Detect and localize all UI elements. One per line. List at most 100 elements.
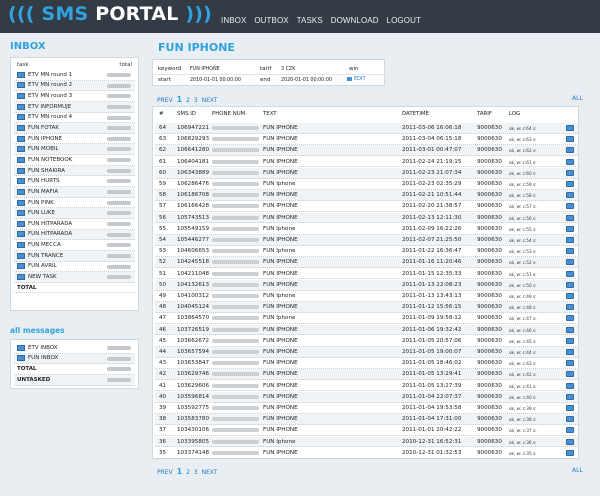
table-row: 39 103592775 FUN IPHONE 2011-01-04 19:53:58… xyxy=(155,403,578,414)
table-row: 40 103596814 FUN IPHONE 2011-01-04 22:07:37… xyxy=(155,391,578,403)
list-item[interactable]: ETV MN round 3 xyxy=(14,91,135,102)
table-row: 62 106641280 FUN IPHONE 2011-03-01 00:47:07… xyxy=(155,145,578,157)
reply-icon[interactable] xyxy=(566,293,574,299)
list-item[interactable]: FUN INBOX xyxy=(14,353,135,365)
sms-id: 103374148 xyxy=(177,449,210,456)
header-bar: ((( SMS PORTAL ))) INBOX OUTBOX TASKS DO… xyxy=(0,0,600,33)
reply-icon[interactable] xyxy=(566,214,574,221)
sms-id: 106166428 xyxy=(177,203,210,210)
pager-page-3[interactable]: 3 xyxy=(194,469,198,476)
reply-icon[interactable] xyxy=(566,225,574,232)
reply-icon[interactable] xyxy=(566,416,574,423)
nav-download[interactable]: DOWNLOAD xyxy=(331,16,379,25)
list-item[interactable]: FUN FOTAK xyxy=(14,123,135,134)
sms-text: FUN IPHONE xyxy=(263,405,298,411)
start-label: start xyxy=(158,77,171,83)
list-item[interactable]: FUN NOTEBOOK xyxy=(14,155,135,166)
reply-icon[interactable] xyxy=(566,192,574,199)
list-item[interactable]: FUN HURTS xyxy=(14,176,135,188)
table-row: 55 105549159 FUN Iphone 2011-02-09 16:22:26… xyxy=(155,224,578,235)
list-item[interactable]: FUN AVRIL xyxy=(14,262,135,273)
list-item[interactable]: FUN LUKE xyxy=(14,208,135,219)
reply-icon[interactable] xyxy=(566,270,574,277)
list-item[interactable]: FUN HITPARADA xyxy=(14,219,135,230)
reply-icon[interactable] xyxy=(566,349,574,355)
sms-id: 104045124 xyxy=(177,304,210,311)
pager-page-1[interactable]: 1 xyxy=(177,467,183,476)
redacted-phone xyxy=(212,271,259,276)
reply-icon[interactable] xyxy=(566,326,574,333)
list-item[interactable]: FUN SHAKIRA xyxy=(14,165,135,177)
list-item[interactable]: FUN HITPARADA xyxy=(14,229,135,241)
list-item[interactable]: ETV INFORMUJE xyxy=(14,101,135,113)
edit-icon xyxy=(347,76,352,81)
show-all-link-top[interactable]: ALL xyxy=(572,95,583,102)
tarif: 9000630 xyxy=(477,147,502,154)
list-item[interactable]: FUN MECCA xyxy=(14,240,135,251)
pager-next[interactable]: NEXT xyxy=(202,97,218,104)
list-item[interactable]: NEW TASK xyxy=(14,272,135,283)
reply-icon[interactable] xyxy=(566,169,574,176)
reply-icon[interactable] xyxy=(566,360,574,367)
list-item[interactable]: ETV MN round 1 xyxy=(14,70,135,81)
table-row: 57 106166428 FUN IPHONE 2011-02-20 21:38:57… xyxy=(155,201,578,213)
reply-icon[interactable] xyxy=(566,405,574,411)
reply-icon[interactable] xyxy=(566,438,574,445)
reply-icon[interactable] xyxy=(566,125,574,131)
reply-icon[interactable] xyxy=(566,371,574,378)
reply-icon[interactable] xyxy=(566,304,574,311)
nav-inbox[interactable]: INBOX xyxy=(221,16,246,25)
sms-text: FUN Iphone xyxy=(263,248,296,255)
pager-page-3[interactable]: 3 xyxy=(194,97,198,104)
reply-icon[interactable] xyxy=(566,158,574,165)
reply-icon[interactable] xyxy=(566,393,574,400)
list-item[interactable]: ETV MN round 4 xyxy=(14,113,135,124)
log: ok, w: c:41 s: xyxy=(509,383,537,389)
reply-icon[interactable] xyxy=(566,181,574,187)
show-all-link-bottom[interactable]: ALL xyxy=(572,467,583,474)
table-row: 48 104045124 FUN IPHONE 2011-01-12 15:56:15… xyxy=(155,302,578,314)
sms-text: FUN Iphone xyxy=(263,225,296,232)
list-item[interactable]: FUN TRANCE xyxy=(14,250,135,262)
pager-page-1[interactable]: 1 xyxy=(177,95,183,104)
list-item[interactable]: FUN MAFIA xyxy=(14,187,135,198)
reply-icon[interactable] xyxy=(566,449,574,456)
row-number: 57 xyxy=(159,203,167,210)
reply-icon[interactable] xyxy=(566,382,574,389)
edit-button[interactable]: EDIT xyxy=(347,76,366,82)
reply-icon[interactable] xyxy=(566,315,574,322)
reply-icon[interactable] xyxy=(566,147,574,154)
row-number: 63 xyxy=(159,136,167,143)
pager-page-2[interactable]: 2 xyxy=(186,97,190,104)
reply-icon[interactable] xyxy=(566,203,574,210)
task-name: FUN IPHONE xyxy=(28,135,63,142)
task-name: FUN HITPARADA xyxy=(28,220,73,227)
list-item[interactable]: ETV MN round 2 xyxy=(14,80,135,92)
log: ok, w: c:38 s: xyxy=(509,417,537,423)
reply-icon[interactable] xyxy=(566,248,574,255)
reply-icon[interactable] xyxy=(566,281,574,288)
list-item[interactable]: ETV INBOX xyxy=(14,343,135,354)
pager-prev[interactable]: PREV xyxy=(157,469,173,476)
pager-prev[interactable]: PREV xyxy=(157,97,173,104)
nav-outbox[interactable]: OUTBOX xyxy=(254,16,288,25)
top-nav: INBOX OUTBOX TASKS DOWNLOAD LOGOUT xyxy=(221,16,427,25)
list-item[interactable]: FUN PINK xyxy=(14,198,135,209)
pager-page-2[interactable]: 2 xyxy=(186,469,190,476)
table-row: 64 106947221 FUN IPHONE 2011-03-06 16:06:18… xyxy=(155,123,578,134)
row-number: 52 xyxy=(159,259,167,266)
reply-icon[interactable] xyxy=(566,427,574,434)
reply-icon[interactable] xyxy=(566,337,574,344)
list-item[interactable]: FUN IPHONE xyxy=(14,134,135,145)
reply-icon[interactable] xyxy=(566,259,574,266)
reply-icon[interactable] xyxy=(566,237,574,243)
list-item[interactable]: FUN MOBIL xyxy=(14,144,135,156)
log: ok, w: c:47 s: xyxy=(509,316,537,322)
redacted-phone xyxy=(212,338,259,343)
reply-icon[interactable] xyxy=(566,136,574,143)
pager-next[interactable]: NEXT xyxy=(202,469,218,476)
task-name: ETV INFORMUJE xyxy=(28,103,72,110)
nav-tasks[interactable]: TASKS xyxy=(297,16,323,25)
nav-logout[interactable]: LOGOUT xyxy=(387,16,421,25)
th-log: LOG xyxy=(509,111,521,117)
